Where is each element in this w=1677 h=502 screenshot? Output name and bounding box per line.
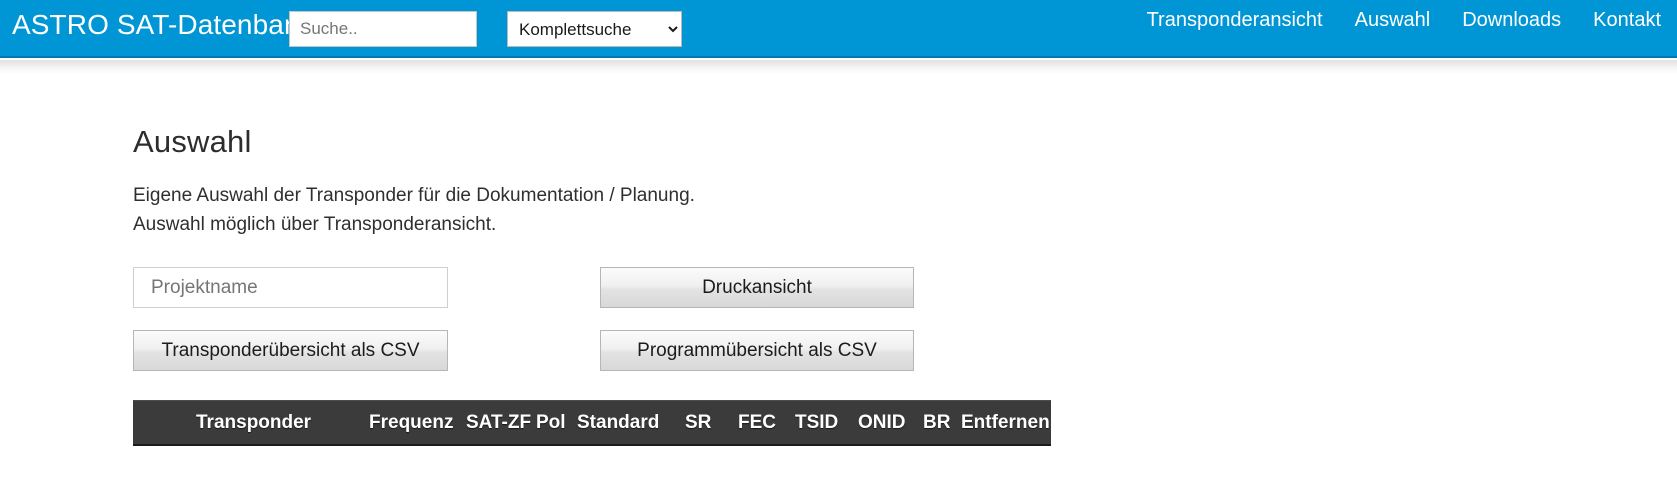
header-drop-shadow xyxy=(0,60,1677,74)
project-name-input[interactable] xyxy=(133,267,448,308)
top-navigation-bar: ASTRO SAT-Datenbank Komplettsuche Transp… xyxy=(0,0,1677,58)
program-csv-button[interactable]: Programmübersicht als CSV xyxy=(600,330,914,371)
selection-table-header: Transponder Frequenz SAT-ZF Pol Standard… xyxy=(133,400,1051,446)
nav-item-transponderansicht[interactable]: Transponderansicht xyxy=(1131,0,1339,40)
search-input[interactable] xyxy=(289,11,477,47)
column-header-tsid[interactable]: TSID xyxy=(795,401,838,444)
column-header-entfernen[interactable]: Entfernen xyxy=(961,401,1050,444)
nav-item-downloads[interactable]: Downloads xyxy=(1446,0,1577,40)
page-description: Eigene Auswahl der Transponder für die D… xyxy=(133,181,695,239)
page-description-line-1: Eigene Auswahl der Transponder für die D… xyxy=(133,185,695,206)
nav-item-auswahl[interactable]: Auswahl xyxy=(1339,0,1447,40)
column-header-transponder[interactable]: Transponder xyxy=(196,401,311,444)
column-header-sat-zf[interactable]: SAT-ZF xyxy=(466,401,531,444)
column-header-fec[interactable]: FEC xyxy=(738,401,776,444)
column-header-onid[interactable]: ONID xyxy=(858,401,906,444)
nav-item-kontakt[interactable]: Kontakt xyxy=(1577,0,1677,40)
site-brand-title: ASTRO SAT-Datenbank xyxy=(12,9,314,40)
column-header-frequenz[interactable]: Frequenz xyxy=(369,401,453,444)
column-header-standard[interactable]: Standard xyxy=(577,401,659,444)
page-description-line-2: Auswahl möglich über Transponderansicht. xyxy=(133,214,497,235)
search-scope-select[interactable]: Komplettsuche xyxy=(507,11,682,47)
transponder-csv-button[interactable]: Transponderübersicht als CSV xyxy=(133,330,448,371)
column-header-sr[interactable]: SR xyxy=(685,401,711,444)
column-header-pol[interactable]: Pol xyxy=(536,401,566,444)
print-view-button[interactable]: Druckansicht xyxy=(600,267,914,308)
column-header-br[interactable]: BR xyxy=(923,401,950,444)
page-title: Auswahl xyxy=(133,124,252,159)
main-nav: Transponderansicht Auswahl Downloads Kon… xyxy=(1131,0,1677,40)
